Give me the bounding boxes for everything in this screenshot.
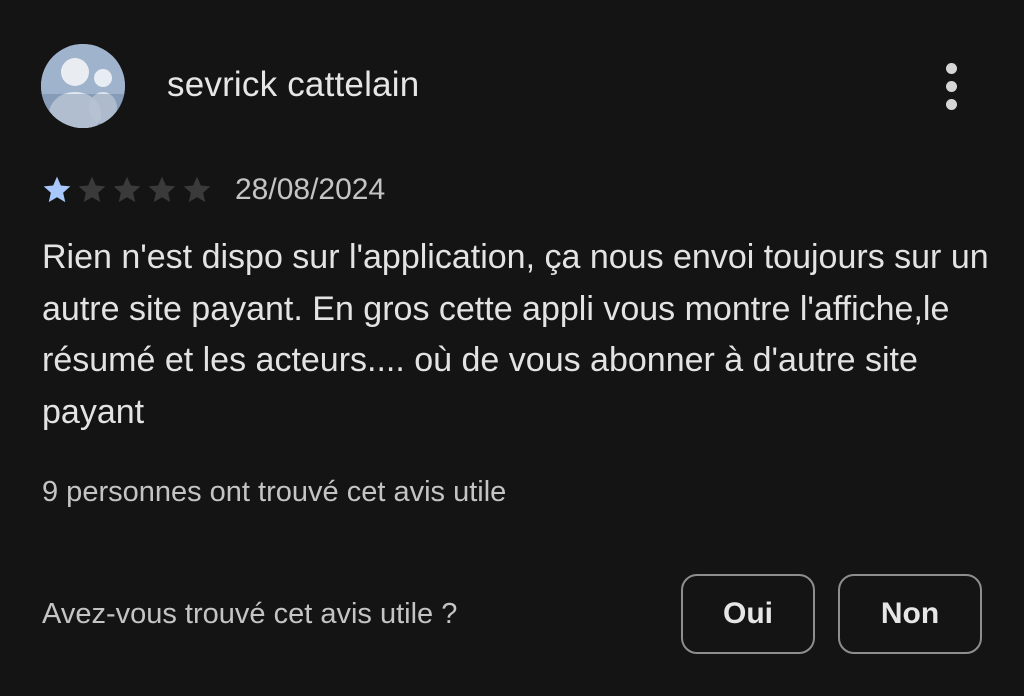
more-options-icon[interactable] [930, 58, 972, 114]
helpful-count: 9 personnes ont trouvé cet avis utile [42, 476, 507, 508]
menu-dot [945, 80, 957, 92]
review-author-name: sevrick cattelain [167, 65, 420, 104]
avatar-photo-icon [41, 44, 125, 128]
review-card: sevrick cattelain 28/08/2024 Rien n'est … [0, 0, 1024, 696]
no-button[interactable]: Non [838, 574, 982, 654]
review-text: Rien n'est dispo sur l'application, ça n… [42, 238, 989, 431]
star-empty-icon [183, 176, 211, 203]
menu-dot [945, 62, 957, 74]
star-empty-icon [148, 176, 176, 203]
user-avatar[interactable] [41, 44, 125, 128]
star-rating [41, 174, 213, 206]
yes-button[interactable]: Oui [681, 574, 815, 654]
rating-row: 28/08/2024 [41, 172, 385, 208]
helpful-question: Avez-vous trouvé cet avis utile ? [42, 598, 458, 630]
star-filled-icon [43, 176, 71, 203]
star-empty-icon [113, 176, 141, 203]
review-date: 28/08/2024 [235, 173, 386, 206]
star-empty-icon [78, 176, 106, 203]
menu-dot [945, 98, 957, 110]
